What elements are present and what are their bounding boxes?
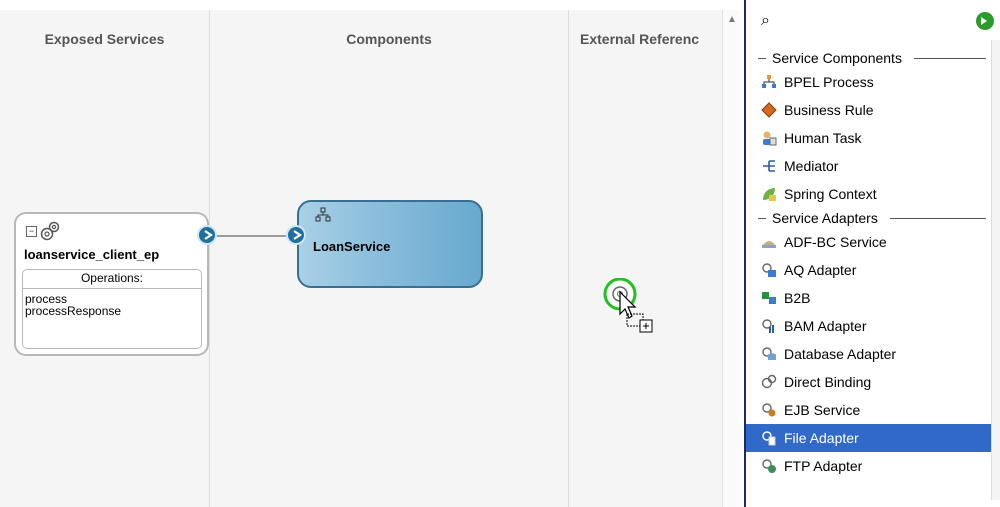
components-header: Components xyxy=(346,31,432,47)
exposed-services-header: Exposed Services xyxy=(44,31,165,47)
external-references-lane[interactable]: External Referenc xyxy=(569,10,722,507)
item-label: AQ Adapter xyxy=(784,262,857,278)
palette-item-mediator[interactable]: Mediator xyxy=(746,152,992,180)
item-label: EJB Service xyxy=(784,402,861,418)
item-label: Spring Context xyxy=(784,186,877,202)
bpel-icon xyxy=(760,73,778,91)
item-label: Mediator xyxy=(784,158,839,174)
mediator-icon xyxy=(760,157,778,175)
bpel-process-icon xyxy=(315,207,331,222)
item-label: BAM Adapter xyxy=(784,318,867,334)
palette-item-ejb-service[interactable]: EJB Service xyxy=(746,396,992,424)
exposed-service-card[interactable]: − loanservice_client_ep Operations: proc… xyxy=(14,212,209,356)
section-title: Service Adapters xyxy=(772,210,878,226)
wire-connection[interactable] xyxy=(217,235,297,237)
palette-item-database-adapter[interactable]: Database Adapter xyxy=(746,340,992,368)
item-label: File Adapter xyxy=(784,430,859,446)
collapse-icon[interactable]: − xyxy=(26,226,37,237)
item-label: BPEL Process xyxy=(784,74,874,90)
palette-item-ftp-adapter[interactable]: FTP Adapter xyxy=(746,452,992,480)
ejb-service-icon xyxy=(760,401,778,419)
item-label: Direct Binding xyxy=(784,374,872,390)
palette-scrollbar[interactable] xyxy=(991,40,1000,500)
drag-drop-cursor-icon xyxy=(603,278,653,333)
palette-item-file-adapter[interactable]: File Adapter xyxy=(746,424,992,452)
palette-item-direct-binding[interactable]: Direct Binding xyxy=(746,368,992,396)
palette-item-bpel-process[interactable]: BPEL Process xyxy=(746,68,992,96)
service-port-icon[interactable] xyxy=(197,225,217,245)
palette-item-b2b[interactable]: B2B xyxy=(746,284,992,312)
canvas-scrollbar[interactable]: ▲ xyxy=(722,10,741,507)
item-label: B2B xyxy=(784,290,811,306)
binoculars-search-icon[interactable]: ⌕ xyxy=(761,12,770,30)
item-label: Database Adapter xyxy=(784,346,897,362)
section-service-adapters[interactable]: Service Adapters xyxy=(746,208,992,228)
operations-title: Operations: xyxy=(23,270,201,289)
ftp-adapter-icon xyxy=(760,457,778,475)
operation-item: processResponse xyxy=(25,304,122,318)
b2b-icon xyxy=(760,289,778,307)
adf-bc-icon xyxy=(760,233,778,251)
file-adapter-icon xyxy=(760,429,778,447)
palette-item-spring-context[interactable]: Spring Context xyxy=(746,180,992,208)
item-label: Human Task xyxy=(784,130,862,146)
bam-adapter-icon xyxy=(760,317,778,335)
section-service-components[interactable]: Service Components xyxy=(746,48,992,68)
palette-item-aq-adapter[interactable]: AQ Adapter xyxy=(746,256,992,284)
palette-item-business-rule[interactable]: Business Rule xyxy=(746,96,992,124)
palette-list: Service Components BPEL Process Business… xyxy=(746,48,992,480)
item-label: Business Rule xyxy=(784,102,874,118)
go-icon[interactable] xyxy=(976,12,994,30)
palette-item-bam-adapter[interactable]: BAM Adapter xyxy=(746,312,992,340)
operations-box: Operations: process processResponse xyxy=(22,269,202,349)
item-label: ADF-BC Service xyxy=(784,234,887,250)
business-rule-icon xyxy=(760,101,778,119)
spring-icon xyxy=(760,185,778,203)
component-name: LoanService xyxy=(313,239,391,254)
external-references-header: External Referenc xyxy=(580,31,700,47)
service-name: loanservice_client_ep xyxy=(24,247,160,262)
item-label: FTP Adapter xyxy=(784,458,863,474)
scroll-up-icon[interactable]: ▲ xyxy=(727,14,737,25)
component-palette[interactable]: ⌕ Service Components BPEL Process Busine… xyxy=(744,0,1000,507)
database-adapter-icon xyxy=(760,345,778,363)
direct-binding-icon xyxy=(760,373,778,391)
human-task-icon xyxy=(760,129,778,147)
web-service-gear-icon xyxy=(40,221,60,241)
bpel-component[interactable]: LoanService xyxy=(297,200,483,288)
section-title: Service Components xyxy=(772,50,902,66)
palette-item-human-task[interactable]: Human Task xyxy=(746,124,992,152)
palette-item-adf-bc-service[interactable]: ADF-BC Service xyxy=(746,228,992,256)
aq-adapter-icon xyxy=(760,261,778,279)
component-port-icon[interactable] xyxy=(286,225,306,245)
